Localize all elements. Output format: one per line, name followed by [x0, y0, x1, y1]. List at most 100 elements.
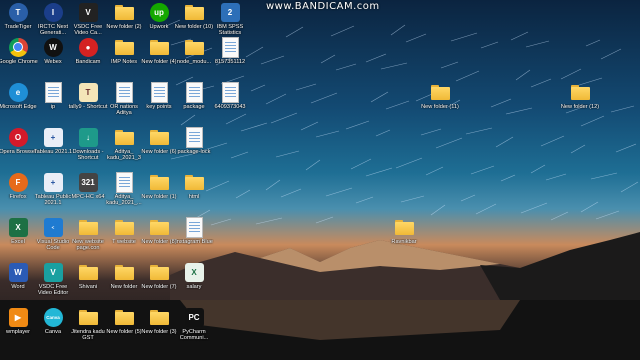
desktop-icon-label: package-lock [177, 149, 211, 155]
desktop-icon[interactable]: New website page.con [70, 216, 106, 252]
desktop-icon[interactable]: F Firefox [0, 171, 36, 200]
document-icon [42, 81, 64, 103]
desktop-icon[interactable]: 6409373043 [212, 81, 248, 110]
desktop-icon-label: IMP Notes [110, 59, 137, 65]
desktop-icon-label: Ravnikbar [391, 239, 417, 245]
desktop-icon[interactable]: PC PyCharm Communi... [176, 306, 212, 342]
desktop-icon[interactable]: V VSDC Free Video Editor [35, 261, 71, 297]
desktop-icon[interactable]: + Tableau 2021.1 [33, 126, 73, 155]
app-icon: T [7, 1, 29, 23]
desktop-icon[interactable]: X Excel [0, 216, 36, 245]
desktop-icon[interactable]: IMP Notes [106, 36, 142, 65]
folder-icon [148, 36, 170, 58]
app-icon: O [7, 126, 29, 148]
document-icon [113, 81, 135, 103]
document-icon [219, 36, 241, 58]
desktop-icon-label: MPC-HC x64 [71, 194, 105, 200]
desktop-icon[interactable]: V VSDC Free Video Ca... [70, 1, 106, 37]
desktop-icon[interactable]: Ttally9 - Shortcut [69, 81, 107, 110]
desktop-icon[interactable]: 8157351112 [212, 36, 248, 65]
desktop-icon[interactable]: T website [106, 216, 142, 245]
desktop-icon[interactable]: ip [35, 81, 71, 110]
desktop-icon-label: Shivani [78, 284, 98, 290]
folder-icon [148, 261, 170, 283]
folder-icon [77, 261, 99, 283]
desktop-icon[interactable]: e Microsoft Edge [0, 81, 37, 110]
desktop-icon[interactable]: < Visual Studio Code [35, 216, 71, 252]
desktop-icon-label: New folder (5) [106, 329, 142, 335]
desktop-icon[interactable]: New folder (12) [561, 81, 599, 110]
desktop-icon-label: New folder (2) [106, 24, 142, 30]
app-icon: I [42, 1, 64, 23]
desktop-icon[interactable]: node_modu... [176, 36, 212, 65]
folder-icon [429, 81, 451, 103]
desktop-icon[interactable]: O Opera Browser [0, 126, 37, 155]
app-icon: ↓ [77, 126, 99, 148]
app-icon: + [42, 171, 64, 193]
desktop-icon[interactable]: Canva Canva [35, 306, 71, 335]
desktop-icon[interactable]: Google Chrome [0, 36, 38, 65]
desktop-icon-label: Aditya_ kadu_2021_... [106, 194, 142, 207]
desktop-icon[interactable]: New folder (10) [175, 1, 213, 30]
desktop-icon-label: New folder (11) [421, 104, 459, 110]
desktop-icon[interactable]: up Upwork [141, 1, 177, 30]
desktop-icon[interactable]: New folder (1) [141, 171, 177, 200]
folder-icon [183, 171, 205, 193]
desktop-icon-label: New folder (6) [141, 149, 177, 155]
desktop-icon[interactable]: New folder (5) [106, 306, 142, 335]
desktop-icon[interactable]: Shivani [70, 261, 106, 290]
desktop-icon-label: IRCTC Next Generati... [37, 24, 69, 37]
folder-icon [113, 126, 135, 148]
desktop-icon-label: VSDC Free Video Ca... [73, 24, 103, 37]
desktop-icon[interactable]: New folder (8) [141, 216, 177, 245]
desktop-icon[interactable]: html [176, 171, 212, 200]
folder-icon [393, 216, 415, 238]
desktop-icon-label: New folder (8) [141, 239, 177, 245]
desktop-icon[interactable]: OR nations Aditya [106, 81, 142, 117]
desktop-icon[interactable]: ▶ wmplayer [0, 306, 36, 335]
desktop-icon-label: Upwork [149, 24, 169, 30]
desktop-icon[interactable]: New folder (6) [141, 126, 177, 155]
app-icon: + [42, 126, 64, 148]
app-icon: PC [183, 306, 205, 328]
desktop-icon-label: Canva [44, 329, 62, 335]
desktop-icon[interactable]: ● Bandicam [70, 36, 106, 65]
desktop-icon[interactable]: T TradeTiger [0, 1, 36, 30]
desktop-icon[interactable]: W Webex [35, 36, 71, 65]
desktop-icon[interactable]: New folder (2) [106, 1, 142, 30]
app-icon: < [42, 216, 64, 238]
desktop-icon[interactable]: New folder (3) [141, 306, 177, 335]
desktop-icon[interactable]: 2 IBM SPSS Statistics [212, 1, 248, 37]
desktop-icon[interactable]: ↓ Downloads - Shortcut [70, 126, 106, 162]
desktop-icon-label: Instagram Blue [175, 239, 213, 245]
desktop-icon-label: Webex [44, 59, 62, 65]
desktop-icon[interactable]: package-lock [176, 126, 212, 155]
desktop-icon[interactable]: + Tableau Public 2021.1 [35, 171, 71, 207]
desktop-icon[interactable]: Ravnikbar [386, 216, 422, 245]
folder-icon [113, 216, 135, 238]
desktop-icon[interactable]: New folder (4) [141, 36, 177, 65]
document-icon [183, 81, 205, 103]
app-icon: T [77, 81, 99, 103]
desktop-icon[interactable]: W Word [0, 261, 36, 290]
app-icon: ▶ [7, 306, 29, 328]
desktop-icon[interactable]: Xsalary [176, 261, 212, 290]
desktop-icon-label: Tableau 2021.1 [33, 149, 73, 155]
desktop-icon[interactable]: key points [141, 81, 177, 110]
document-icon [148, 81, 170, 103]
desktop-icon-label: key points [146, 104, 172, 110]
desktop-icon-label: package [183, 104, 205, 110]
desktop-icon[interactable]: I IRCTC Next Generati... [35, 1, 71, 37]
desktop-icon[interactable]: New folder (7) [141, 261, 177, 290]
desktop-icon[interactable]: Jitendra kadu GST [70, 306, 106, 342]
desktop-icon[interactable]: New folder (11) [421, 81, 459, 110]
desktop-icon[interactable]: Aditya_ kadu_2021_3 [106, 126, 142, 162]
desktop-icon[interactable]: Aditya_ kadu_2021_... [106, 171, 142, 207]
desktop-icon[interactable]: 321 MPC-HC x64 [70, 171, 106, 200]
folder-icon [148, 126, 170, 148]
desktop-icon[interactable]: New folder [106, 261, 142, 290]
app-icon: W [7, 261, 29, 283]
desktop-icon[interactable]: Instagram Blue [175, 216, 213, 245]
desktop-icon[interactable]: package [176, 81, 212, 110]
desktop-icon-label: ip [50, 104, 56, 110]
